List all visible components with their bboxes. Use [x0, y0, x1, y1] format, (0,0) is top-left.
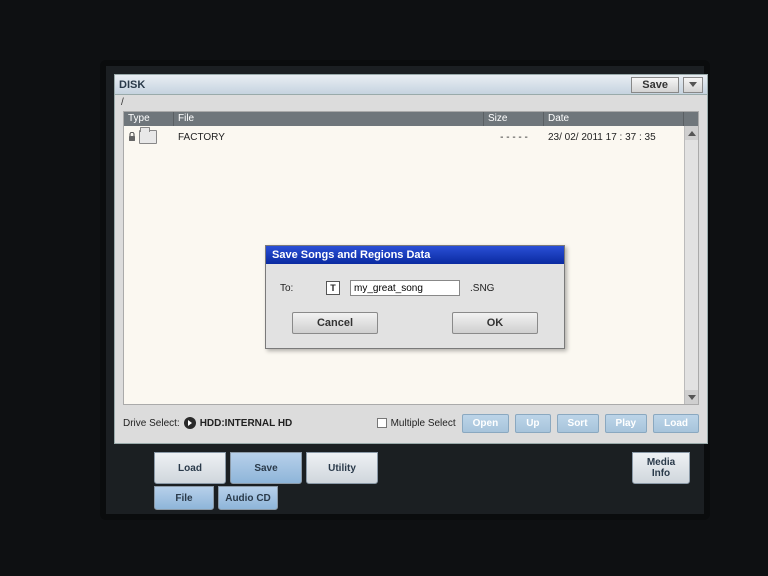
header-size[interactable]: Size [484, 112, 544, 126]
path-display: / [115, 95, 707, 109]
save-menu-dropdown[interactable] [683, 77, 703, 93]
open-button[interactable]: Open [462, 414, 510, 433]
cell-file: FACTORY [174, 132, 484, 143]
vertical-scrollbar[interactable] [684, 126, 698, 404]
multiple-select-label: Multiple Select [391, 418, 456, 429]
folder-icon [139, 130, 157, 144]
disk-window: DISK Save / Type File Size Date [114, 74, 708, 444]
drive-select-value[interactable]: HDD:INTERNAL HD [200, 418, 293, 429]
tab-file[interactable]: File [154, 486, 214, 510]
table-row[interactable]: FACTORY - - - - - 23/ 02/ 2011 17 : 37 :… [124, 126, 698, 148]
tab-utility[interactable]: Utility [306, 452, 378, 484]
drive-select-label: Drive Select: [123, 418, 180, 429]
header-file[interactable]: File [174, 112, 484, 126]
chevron-down-icon [689, 82, 697, 87]
path-text: / [121, 97, 124, 108]
cell-date: 23/ 02/ 2011 17 : 37 : 35 [544, 132, 684, 143]
up-button[interactable]: Up [515, 414, 550, 433]
header-date[interactable]: Date [544, 112, 684, 126]
checkbox-icon [377, 418, 387, 428]
sort-button[interactable]: Sort [557, 414, 599, 433]
tab-audio-cd[interactable]: Audio CD [218, 486, 278, 510]
device-screen: DISK Save / Type File Size Date [100, 60, 710, 520]
file-header: Type File Size Date [124, 112, 698, 126]
play-button[interactable]: Play [605, 414, 648, 433]
bottom-toolbar: Drive Select: HDD:INTERNAL HD Multiple S… [123, 409, 699, 437]
window-title: DISK [119, 79, 145, 91]
tab-save[interactable]: Save [230, 452, 302, 484]
save-dialog: Save Songs and Regions Data To: T .SNG C… [265, 245, 565, 349]
filename-input[interactable] [350, 280, 460, 296]
scroll-down-icon[interactable] [685, 390, 698, 404]
save-menu-button[interactable]: Save [631, 77, 679, 93]
ok-button[interactable]: OK [452, 312, 538, 334]
file-extension: .SNG [470, 283, 494, 294]
cell-size: - - - - - [484, 132, 544, 143]
drive-select-icon[interactable] [184, 417, 196, 429]
cancel-button[interactable]: Cancel [292, 312, 378, 334]
header-type[interactable]: Type [124, 112, 174, 126]
dialog-title: Save Songs and Regions Data [266, 246, 564, 264]
scroll-up-icon[interactable] [685, 126, 698, 140]
multiple-select-toggle[interactable]: Multiple Select [377, 418, 456, 429]
load-button[interactable]: Load [653, 414, 699, 433]
tab-media-info[interactable]: Media Info [632, 452, 690, 484]
text-edit-icon[interactable]: T [326, 281, 340, 295]
lock-icon [128, 132, 136, 142]
titlebar: DISK Save [115, 75, 707, 95]
tab-load[interactable]: Load [154, 452, 226, 484]
filename-label: To: [280, 283, 316, 294]
